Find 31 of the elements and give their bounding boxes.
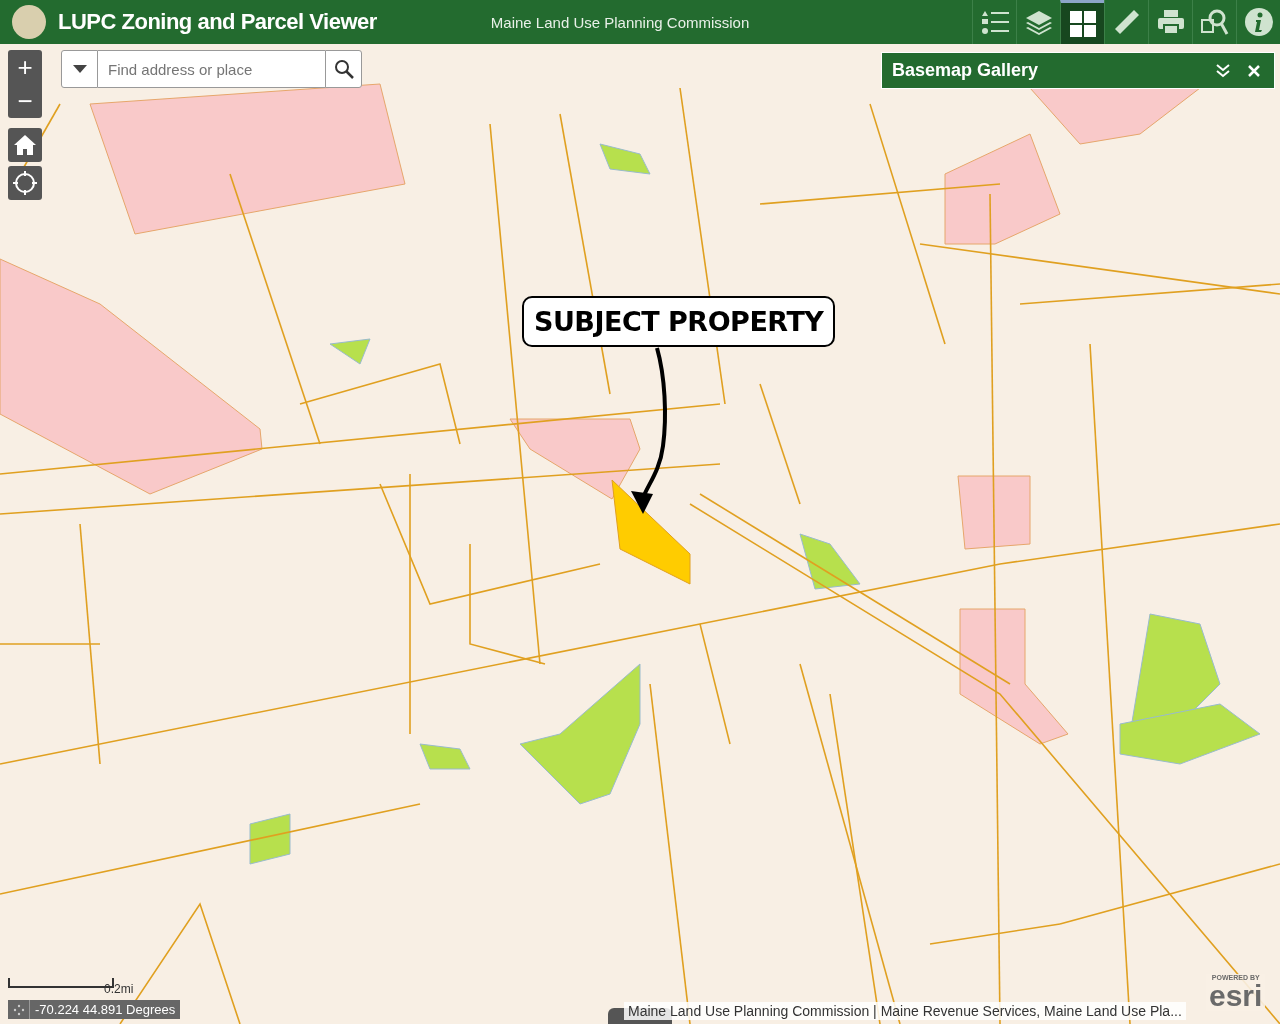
app-subtitle: Maine Land Use Planning Commission xyxy=(490,13,750,31)
close-button[interactable] xyxy=(1248,64,1260,77)
home-icon xyxy=(13,134,37,156)
collapse-button[interactable] xyxy=(1216,63,1230,78)
legend-icon xyxy=(979,9,1010,35)
app-title: LUPC Zoning and Parcel Viewer xyxy=(58,9,377,35)
toolbar-button[interactable] xyxy=(1060,0,1104,44)
grid-icon xyxy=(1069,10,1096,37)
search-button[interactable] xyxy=(325,50,362,88)
coordinate-text: -70.224 44.891 Degrees xyxy=(34,1002,177,1017)
caret-icon xyxy=(72,65,87,73)
search-document-icon xyxy=(1200,8,1229,36)
layers-icon xyxy=(1024,9,1053,35)
zoom-button[interactable]: + xyxy=(8,50,42,84)
logo-name: esri xyxy=(1209,981,1263,1011)
logo-icon xyxy=(12,5,46,39)
crosshair-icon xyxy=(12,1003,25,1016)
crosshair-icon xyxy=(13,171,37,195)
print-icon xyxy=(1156,9,1185,35)
search-icon xyxy=(333,59,354,79)
home-button[interactable] xyxy=(8,128,42,162)
locate-button[interactable] xyxy=(8,166,42,200)
subject-property-callout: SUBJECT PROPERTY xyxy=(522,296,836,347)
panel-title: Basemap Gallery xyxy=(892,60,1039,81)
info-icon xyxy=(1244,8,1273,36)
close-icon xyxy=(1248,64,1260,77)
attribution-text: Maine Land Use Planning Commission | Maine Revenue Services, Maine Land Use Pla... xyxy=(624,1002,1186,1020)
zoom-button[interactable]: − xyxy=(8,84,42,118)
search-field[interactable]: Find address or place xyxy=(98,50,325,88)
dropdown-button[interactable] xyxy=(61,50,98,88)
chevron-icon xyxy=(1216,63,1230,78)
